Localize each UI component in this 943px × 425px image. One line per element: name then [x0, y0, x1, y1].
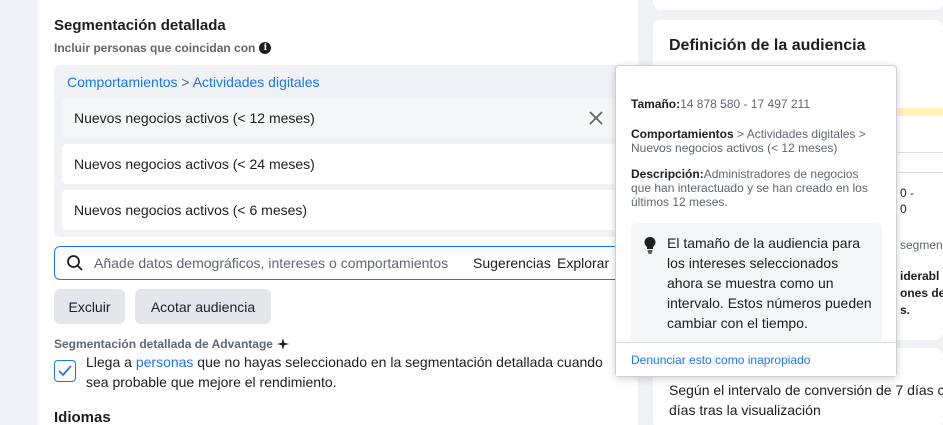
info-icon[interactable]: i: [259, 42, 272, 54]
include-people-text: Incluir personas que coincidan con: [54, 41, 256, 55]
breadcrumb-behaviors[interactable]: Comportamientos: [67, 74, 178, 90]
tooltip-footer: Denunciar esto como inapropiado: [616, 342, 896, 376]
divider: [896, 152, 943, 153]
audience-gauge-bar: [896, 108, 943, 116]
targeting-info-tooltip: Tamaño:14 878 580 - 17 497 211 Comportam…: [615, 65, 897, 377]
conversion-window-text: Según el intervalo de conversión de 7 dí…: [669, 380, 943, 420]
search-placeholder: Añade datos demográficos, intereses o co…: [94, 255, 449, 271]
include-people-label: Incluir personas que coincidan con i: [54, 41, 272, 55]
audience-definition-title: Definición de la audiencia: [669, 37, 866, 54]
selected-targeting-box: Comportamientos > Actividades digitales …: [54, 65, 638, 237]
audience-size-fragment: 0 -: [900, 186, 915, 200]
targeting-item[interactable]: Nuevos negocios activos (< 12 meses): [62, 98, 622, 138]
conversion-line-2: días tras la visualización: [669, 402, 821, 418]
audience-text-fragment: ones de: [900, 286, 943, 300]
breadcrumb-digital-activities[interactable]: Actividades digitales: [193, 74, 320, 90]
advantage-title: Segmentación detallada de Advantage: [54, 337, 289, 351]
advantage-checkbox[interactable]: [54, 360, 76, 382]
breadcrumb: Comportamientos > Actividades digitales: [67, 74, 320, 90]
detailed-targeting-panel: Segmentación detallada Incluir personas …: [38, 0, 638, 425]
tooltip-size: Tamaño:14 878 580 - 17 497 211: [631, 97, 881, 111]
detailed-targeting-title: Segmentación detallada: [54, 17, 226, 34]
targeting-item-label: Nuevos negocios activos (< 24 meses): [74, 156, 315, 172]
exclude-button[interactable]: Excluir: [54, 289, 125, 324]
sparkle-icon: [276, 338, 289, 350]
divider: [896, 172, 943, 173]
explore-link[interactable]: Explorar: [557, 255, 609, 271]
lightbulb-icon: [644, 237, 656, 254]
checkmark-icon: [58, 365, 72, 377]
right-column-top: [653, 0, 943, 10]
tooltip-description: Descripción:Administradores de negocios …: [631, 167, 881, 209]
tooltip-path: Comportamientos > Actividades digitales …: [631, 127, 881, 155]
close-icon[interactable]: [588, 110, 604, 126]
description-label: Descripción:: [631, 167, 704, 181]
report-link[interactable]: Denunciar esto como inapropiado: [631, 353, 810, 367]
advantage-text-before: Llega a: [86, 354, 136, 370]
search-icon: [67, 255, 83, 271]
audience-size-fragment: 0: [900, 202, 907, 216]
targeting-item[interactable]: Nuevos negocios activos (< 6 meses): [62, 190, 622, 230]
suggestions-link[interactable]: Sugerencias: [473, 255, 551, 271]
conversion-line-1: Según el intervalo de conversión de 7 dí…: [669, 382, 943, 398]
audience-text-fragment: s.: [900, 303, 911, 317]
advantage-description: Llega a personas que no hayas selecciona…: [86, 352, 606, 392]
audience-text-fragment: iderabl: [900, 269, 940, 283]
targeting-item-label: Nuevos negocios activos (< 12 meses): [74, 110, 315, 126]
languages-title: Idiomas: [54, 409, 111, 425]
audience-size-note: El tamaño de la audiencia para los inter…: [631, 223, 882, 345]
audience-size-note-text: El tamaño de la audiencia para los inter…: [667, 235, 872, 331]
targeting-item[interactable]: Nuevos negocios activos (< 24 meses): [62, 144, 622, 184]
people-link[interactable]: personas: [136, 354, 194, 370]
size-value: 14 878 580 - 17 497 211: [680, 97, 811, 111]
breadcrumb-separator: >: [181, 74, 190, 90]
targeting-item-label: Nuevos negocios activos (< 6 meses): [74, 202, 308, 218]
targeting-search-input[interactable]: Añade datos demográficos, intereses o co…: [54, 246, 638, 280]
advantage-title-text: Segmentación detallada de Advantage: [54, 337, 273, 351]
narrow-audience-button[interactable]: Acotar audiencia: [135, 289, 271, 324]
path-category: Comportamientos: [631, 127, 734, 141]
size-label: Tamaño:: [631, 97, 681, 111]
audience-text-fragment: segment: [900, 238, 943, 252]
